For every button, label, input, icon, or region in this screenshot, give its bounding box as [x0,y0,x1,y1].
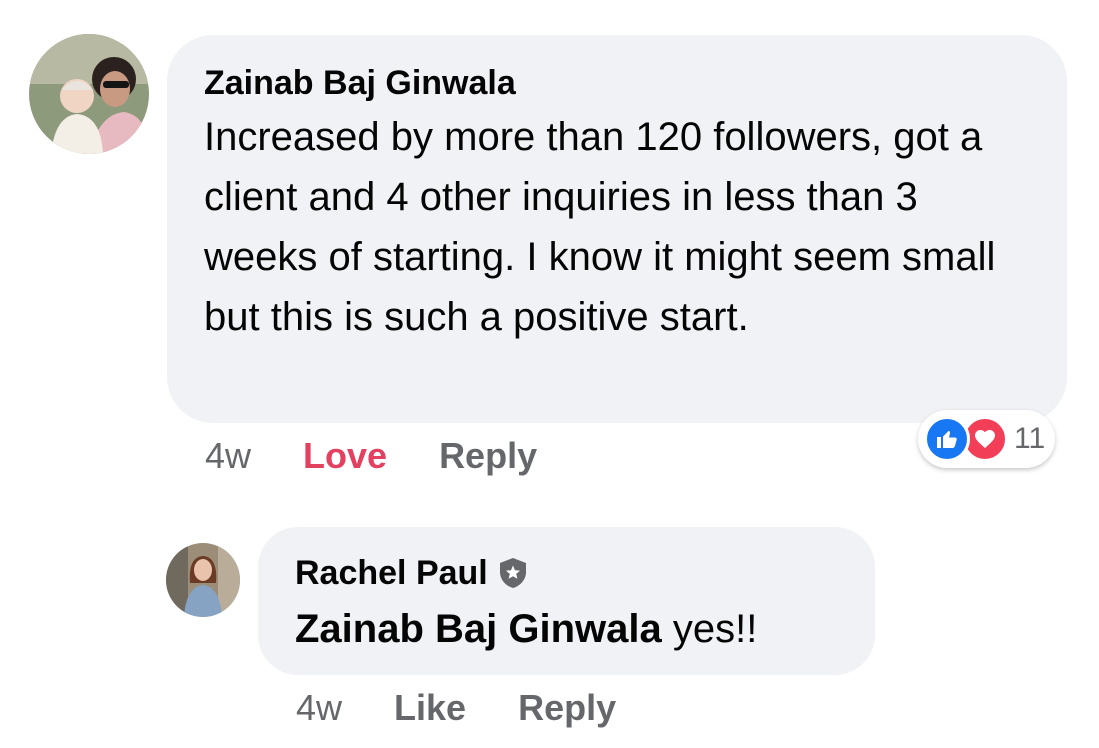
comment-thread: Zainab Baj Ginwala Increased by more tha… [0,0,1099,748]
reply-timestamp[interactable]: 4w [296,687,342,729]
reply-author: Rachel Paul [295,551,839,595]
comment-timestamp[interactable]: 4w [205,435,251,477]
thumbs-up-icon [924,416,970,462]
love-button[interactable]: Love [303,435,387,477]
comment-text: Increased by more than 120 followers, go… [204,115,996,339]
reaction-summary[interactable]: 11 [918,410,1056,468]
avatar-photo [29,34,149,154]
reply-button[interactable]: Reply [439,435,537,477]
admin-shield-icon [498,557,528,589]
comment-author[interactable]: Zainab Baj Ginwala [204,61,1031,105]
reply-author-name[interactable]: Rachel Paul [295,551,488,595]
comment-bubble: Zainab Baj Ginwala Increased by more tha… [167,35,1067,423]
reply-body: yes!! [661,607,758,651]
reply-bubble: Rachel Paul Zainab Baj Ginwala yes!! [258,527,875,675]
reaction-count: 11 [1014,422,1046,455]
avatar-zainab[interactable] [29,34,149,154]
reply-text: Zainab Baj Ginwala yes!! [295,599,839,659]
avatar-rachel[interactable] [166,543,240,617]
like-button[interactable]: Like [394,687,466,729]
comment-actions: 4w Love Reply [205,434,537,478]
reply-mention[interactable]: Zainab Baj Ginwala [295,607,662,651]
reply-actions: 4w Like Reply [296,686,616,730]
reply-button[interactable]: Reply [518,687,616,729]
avatar-photo [166,543,240,617]
